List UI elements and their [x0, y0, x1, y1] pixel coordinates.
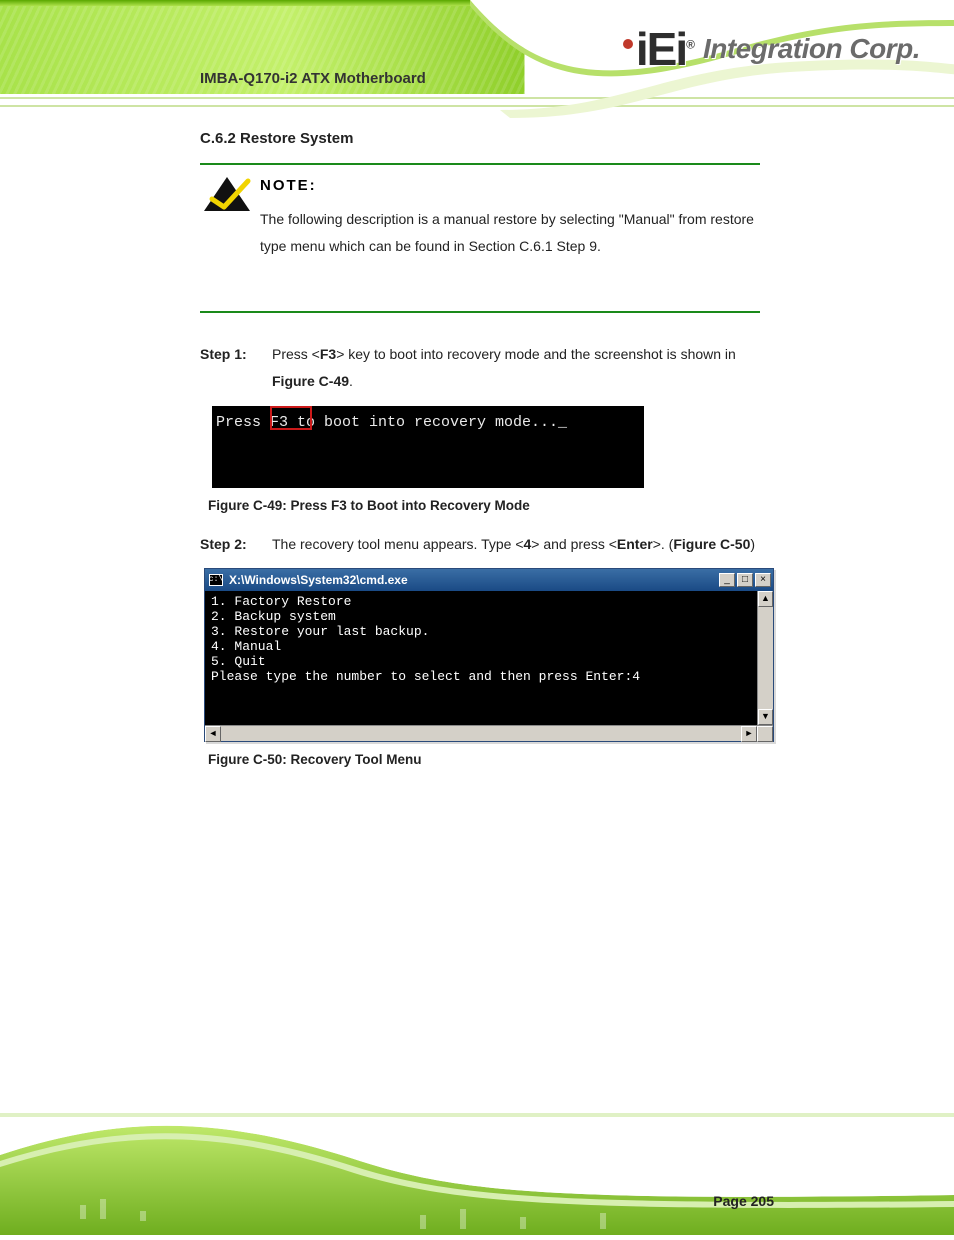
- cmd-line-1: 1. Factory Restore: [211, 594, 351, 609]
- cmd-icon: c:\: [209, 574, 223, 586]
- scroll-down-button[interactable]: ▼: [758, 709, 773, 725]
- step-1-label: Step 1:: [200, 341, 247, 368]
- cmd-line-2: 2. Backup system: [211, 609, 336, 624]
- logo-dot-icon: [623, 39, 633, 49]
- step-2-text-b: > and press <: [531, 536, 617, 552]
- cmd-titlebar: c:\ X:\Windows\System32\cmd.exe _ □ ×: [205, 569, 773, 591]
- step-2-text-d: ): [750, 536, 755, 552]
- section-heading: C.6.2 Restore System: [200, 130, 760, 147]
- step-1-key: F3: [320, 346, 336, 362]
- note-icon: [202, 175, 252, 213]
- step-1: Step 1: Press <F3> key to boot into reco…: [200, 341, 760, 396]
- product-name: IMBA-Q170-i2 ATX Motherboard: [200, 70, 426, 87]
- cmd-title-text: X:\Windows\System32\cmd.exe: [229, 573, 713, 587]
- cmd-line-5: 5. Quit: [211, 654, 266, 669]
- step-2-text-a: The recovery tool menu appears. Type <: [272, 536, 524, 552]
- console-line: Press F3 to boot into recovery mode..._: [216, 414, 567, 431]
- minimize-button[interactable]: _: [719, 573, 735, 587]
- vertical-scrollbar[interactable]: ▲ ▼: [757, 591, 773, 725]
- step-2-figref: Figure C-50: [673, 536, 750, 552]
- logo-text: iEi®: [623, 22, 693, 76]
- cmd-window: c:\ X:\Windows\System32\cmd.exe _ □ × 1.…: [204, 568, 774, 742]
- step-2: Step 2: The recovery tool menu appears. …: [200, 531, 760, 558]
- figure-2-caption: Figure C-50: Recovery Tool Menu: [208, 752, 760, 767]
- cmd-line-4: 4. Manual: [211, 639, 281, 654]
- header-band: iEi® Integration Corp. IMBA-Q170-i2 ATX …: [0, 0, 954, 112]
- close-button[interactable]: ×: [755, 573, 771, 587]
- hscroll-track[interactable]: [221, 726, 741, 741]
- note-body: The following description is a manual re…: [260, 206, 754, 259]
- figure-1-caption: Figure C-49: Press F3 to Boot into Recov…: [208, 498, 760, 513]
- note-title: NOTE:: [260, 177, 754, 194]
- page-number: Page 205: [713, 1193, 774, 1209]
- scroll-track[interactable]: [758, 607, 773, 709]
- scroll-corner: [757, 726, 773, 742]
- bottom-divider: [0, 1113, 954, 1117]
- logo-corp-text: Integration Corp.: [703, 33, 920, 65]
- main-content: C.6.2 Restore System NOTE: The following…: [200, 130, 760, 785]
- step-1-text-a: Press <: [272, 346, 320, 362]
- scroll-left-button[interactable]: ◄: [205, 726, 221, 742]
- step-2-text-c: >. (: [653, 536, 674, 552]
- cmd-body: 1. Factory Restore 2. Backup system 3. R…: [205, 591, 757, 725]
- step-1-figref: Figure C-49: [272, 373, 349, 389]
- figure-console: Press F3 to boot into recovery mode..._: [212, 406, 644, 488]
- scroll-up-button[interactable]: ▲: [758, 591, 773, 607]
- horizontal-scrollbar[interactable]: ◄ ►: [205, 725, 773, 741]
- cmd-line-6: Please type the number to select and the…: [211, 669, 640, 684]
- scroll-right-button[interactable]: ►: [741, 726, 757, 742]
- step-1-text-b: > key to boot into recovery mode and the…: [336, 346, 736, 362]
- maximize-button[interactable]: □: [737, 573, 753, 587]
- step-2-key2: Enter: [617, 536, 653, 552]
- footer-band: [0, 1115, 954, 1235]
- note-box: NOTE: The following description is a man…: [200, 163, 760, 313]
- cmd-line-3: 3. Restore your last backup.: [211, 624, 429, 639]
- brand-logo: iEi® Integration Corp.: [623, 22, 920, 76]
- header-swoosh: [470, 0, 954, 120]
- step-2-label: Step 2:: [200, 531, 247, 558]
